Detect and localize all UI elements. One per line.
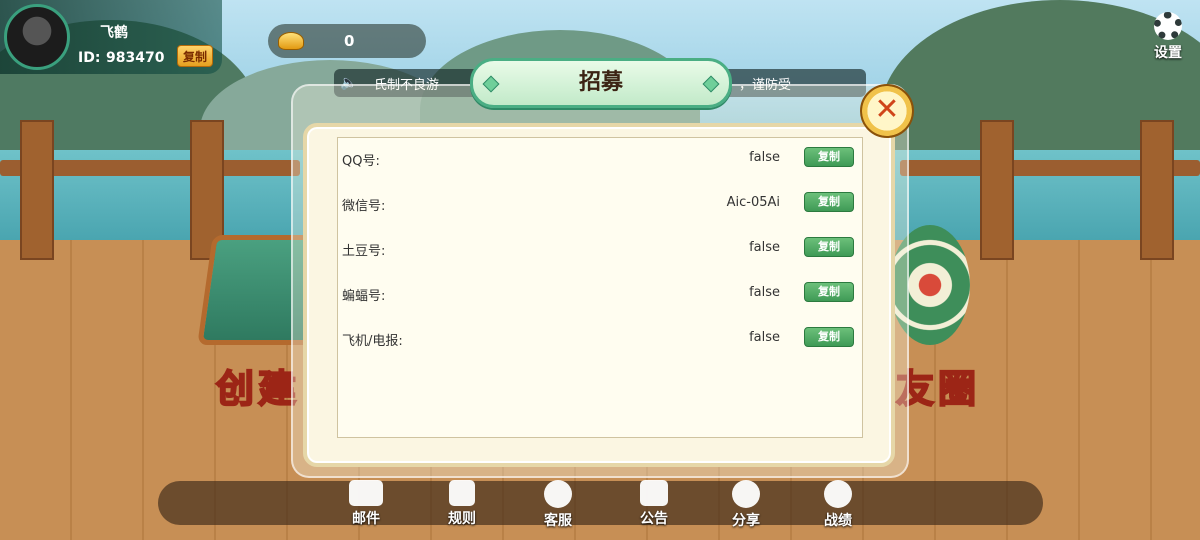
player-nickname: 飞鹤 <box>100 25 128 41</box>
nav-label: 战绩 <box>824 513 852 529</box>
contact-value: false <box>749 285 780 300</box>
settings-button[interactable]: 设置 <box>1146 12 1190 64</box>
nav-customer-service[interactable]: 客服 <box>528 480 588 530</box>
player-id-label: ID: <box>78 50 101 66</box>
announcement-icon <box>640 480 668 506</box>
gold-ingot-icon <box>278 32 304 50</box>
bottom-nav-bar <box>158 481 1043 525</box>
contact-label: 蝙蝠号: <box>342 289 386 304</box>
contact-label: 飞机/电报: <box>342 334 403 349</box>
nav-label: 客服 <box>544 513 572 529</box>
dialog-title: 招募 <box>578 70 623 95</box>
gold-balance: 0 <box>268 24 426 58</box>
rules-icon <box>449 480 475 506</box>
nav-record[interactable]: 战绩 <box>808 480 868 530</box>
contact-row-telegram: 飞机/电报: false 复制 <box>340 326 860 352</box>
record-icon <box>824 480 852 508</box>
dialog-title-tab: 招募 <box>470 58 732 108</box>
nav-label: 邮件 <box>352 511 380 527</box>
gold-value: 0 <box>344 32 355 50</box>
profile-panel: 飞鹤 ID: 983470 复制 <box>0 0 222 74</box>
title-gem-icon <box>702 75 720 93</box>
contact-label: QQ号: <box>342 154 380 169</box>
copy-button[interactable]: 复制 <box>804 237 854 257</box>
copy-button[interactable]: 复制 <box>804 327 854 347</box>
contact-value: Aic-05Ai <box>726 195 780 210</box>
railing-post <box>1140 120 1174 260</box>
share-icon <box>732 480 760 508</box>
railing-post <box>20 120 54 260</box>
create-club-banner-text-left: 创建 <box>215 365 301 412</box>
copy-button[interactable]: 复制 <box>804 192 854 212</box>
nav-mail[interactable]: 邮件 <box>336 480 396 530</box>
railing-post <box>980 120 1014 260</box>
title-gem-icon <box>482 75 500 93</box>
copy-id-button[interactable]: 复制 <box>177 45 213 67</box>
nav-label: 规则 <box>448 511 476 527</box>
nav-share[interactable]: 分享 <box>716 480 776 530</box>
nav-rules[interactable]: 规则 <box>432 480 492 530</box>
contact-row-tudou: 土豆号: false 复制 <box>340 236 860 262</box>
contact-value: false <box>749 240 780 255</box>
contact-label: 土豆号: <box>342 244 386 259</box>
close-button[interactable]: ✕ <box>860 84 914 138</box>
contact-value: false <box>749 150 780 165</box>
customer-service-icon <box>544 480 572 508</box>
settings-label: 设置 <box>1154 45 1182 61</box>
contact-label: 微信号: <box>342 199 386 214</box>
gear-icon <box>1154 12 1182 40</box>
nav-announcement[interactable]: 公告 <box>624 480 684 530</box>
mail-icon <box>349 480 383 506</box>
contact-row-wechat: 微信号: Aic-05Ai 复制 <box>340 191 860 217</box>
copy-button[interactable]: 复制 <box>804 282 854 302</box>
close-icon: ✕ <box>874 92 900 127</box>
contact-value: false <box>749 330 780 345</box>
contact-row-qq: QQ号: false 复制 <box>340 146 860 172</box>
contact-row-bat: 蝙蝠号: false 复制 <box>340 281 860 307</box>
avatar[interactable] <box>4 4 70 70</box>
nav-label: 公告 <box>640 511 668 527</box>
player-id-value: 983470 <box>106 50 165 66</box>
copy-button[interactable]: 复制 <box>804 147 854 167</box>
nav-label: 分享 <box>732 513 760 529</box>
